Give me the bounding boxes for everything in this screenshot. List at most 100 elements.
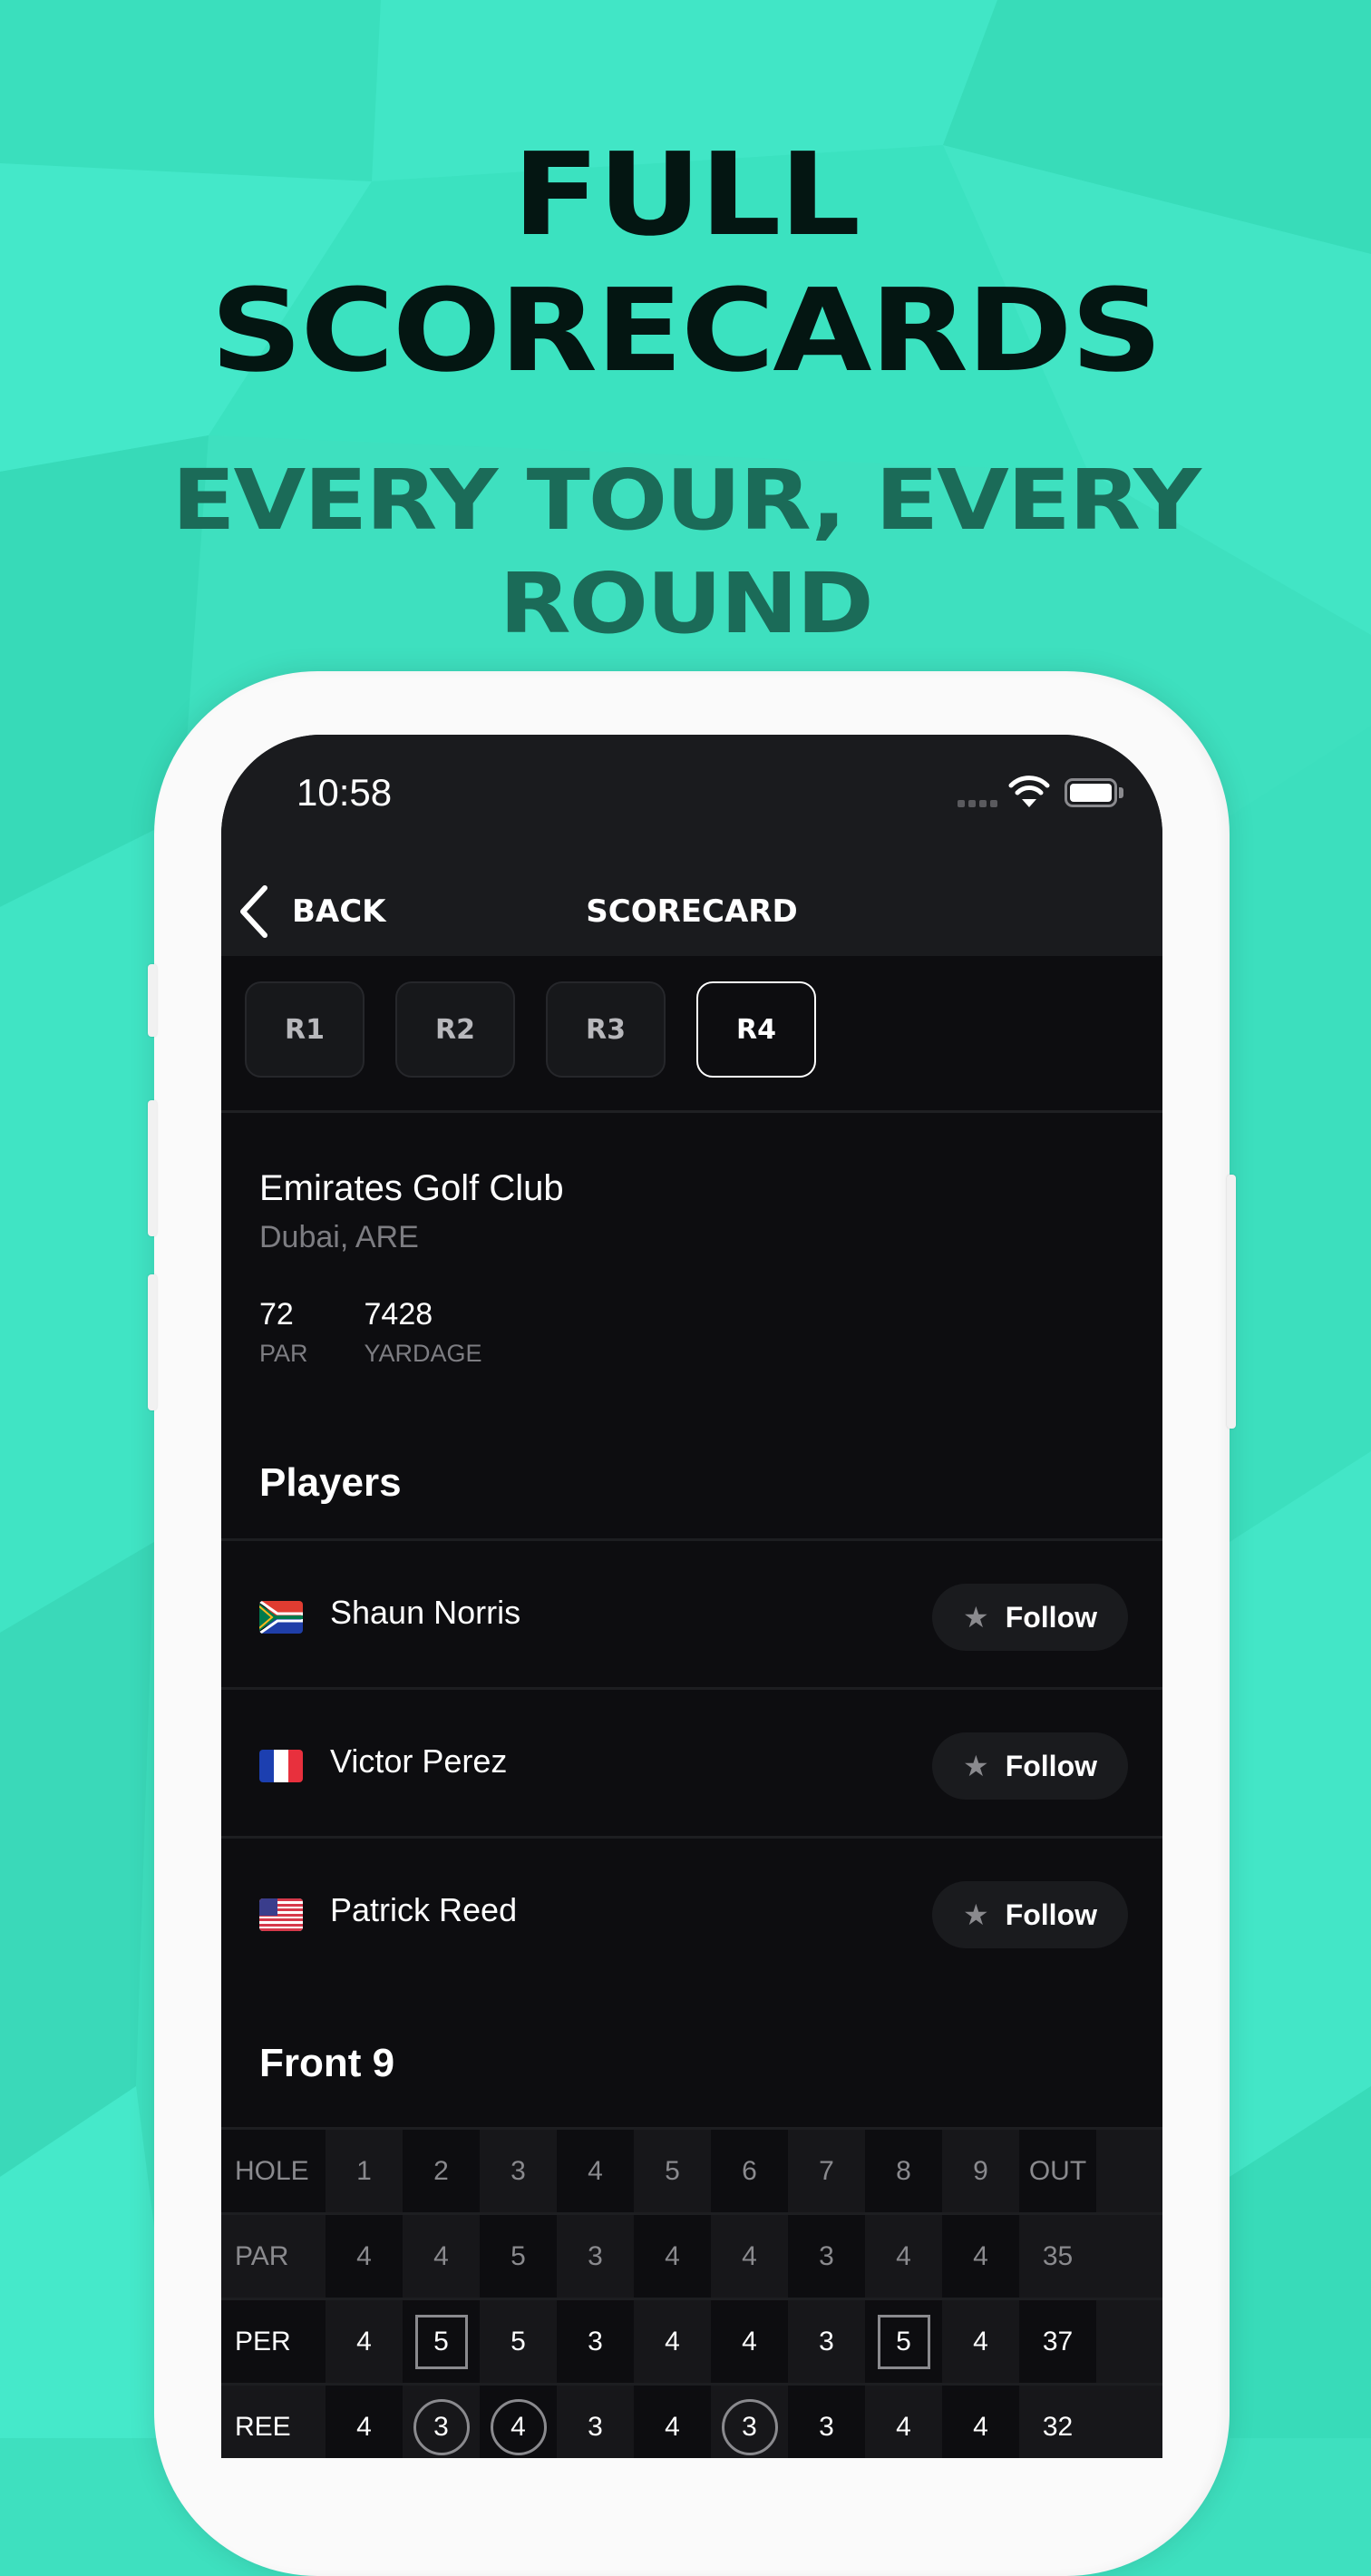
score-value: 4 bbox=[742, 2326, 757, 2356]
filler-cell bbox=[1096, 2386, 1162, 2458]
total-cell: OUT bbox=[1019, 2130, 1096, 2212]
score-cell: 3 bbox=[403, 2386, 480, 2458]
score-value: 2 bbox=[433, 2155, 449, 2186]
score-cell: 4 bbox=[865, 2215, 942, 2298]
score-cell: 8 bbox=[865, 2130, 942, 2212]
subhead-line-1: EVERY TOUR, EVERY bbox=[171, 452, 1201, 549]
row-label: REE bbox=[221, 2386, 326, 2458]
tab-r4[interactable]: R4 bbox=[696, 981, 816, 1078]
score-cell: 3 bbox=[480, 2130, 557, 2212]
score-cell: 3 bbox=[788, 2215, 865, 2298]
score-cell: 4 bbox=[480, 2386, 557, 2458]
star-icon: ★ bbox=[963, 1898, 989, 1931]
follow-label: Follow bbox=[1005, 1898, 1097, 1931]
south-africa-flag-icon bbox=[259, 1601, 303, 1634]
scorecard-table: HOLE 1 2 3 4 5 6 7 8 9 OUT PAR 4 4 5 3 4 4 3 4 4 35 PER 4 5 5 3 4 4 3… bbox=[221, 2127, 1162, 2458]
score-value: 3 bbox=[588, 2411, 603, 2442]
score-value: 3 bbox=[433, 2411, 449, 2442]
score-cell: 4 bbox=[326, 2300, 403, 2383]
score-value: 4 bbox=[433, 2240, 449, 2271]
scorecard-row-hole: HOLE 1 2 3 4 5 6 7 8 9 OUT bbox=[221, 2127, 1162, 2212]
player-name: Shaun Norris bbox=[330, 1594, 521, 1631]
course-name: Emirates Golf Club bbox=[259, 1168, 564, 1208]
score-cell: 3 bbox=[788, 2300, 865, 2383]
score-cell: 4 bbox=[403, 2215, 480, 2298]
follow-button[interactable]: ★ Follow bbox=[932, 1732, 1128, 1800]
round-tabs: R1 R2 R3 R4 bbox=[221, 956, 1162, 1113]
score-cell: 4 bbox=[942, 2386, 1019, 2458]
score-cell: 7 bbox=[788, 2130, 865, 2212]
yardage-stat: 7428 YARDAGE bbox=[365, 1297, 482, 1368]
player-name: Patrick Reed bbox=[330, 1891, 518, 1928]
total-cell: 37 bbox=[1019, 2300, 1096, 2383]
tab-r1[interactable]: R1 bbox=[245, 981, 365, 1078]
score-value: 8 bbox=[896, 2155, 911, 2186]
wifi-icon bbox=[1008, 776, 1050, 807]
tab-r3[interactable]: R3 bbox=[546, 981, 666, 1078]
score-value: 3 bbox=[742, 2411, 757, 2442]
phone-power-button bbox=[1227, 1175, 1236, 1429]
score-cell: 4 bbox=[711, 2215, 788, 2298]
score-value: 4 bbox=[510, 2411, 526, 2442]
score-value: 1 bbox=[356, 2155, 372, 2186]
score-cell: 5 bbox=[403, 2300, 480, 2383]
score-value: 9 bbox=[973, 2155, 988, 2186]
yardage-value: 7428 bbox=[364, 1297, 433, 1332]
tab-r2[interactable]: R2 bbox=[395, 981, 515, 1078]
row-label: HOLE bbox=[221, 2130, 326, 2212]
score-value: 4 bbox=[665, 2411, 680, 2442]
score-value: 3 bbox=[819, 2240, 834, 2271]
promo-headline: FULL SCORECARDS bbox=[0, 127, 1371, 399]
score-cell: 4 bbox=[942, 2300, 1019, 2383]
score-value: 4 bbox=[356, 2411, 372, 2442]
score-cell: 6 bbox=[711, 2130, 788, 2212]
score-value: 4 bbox=[742, 2240, 757, 2271]
row-label: PER bbox=[221, 2300, 326, 2383]
score-cell: 4 bbox=[326, 2386, 403, 2458]
total-cell: 35 bbox=[1019, 2215, 1096, 2298]
score-cell: 1 bbox=[326, 2130, 403, 2212]
promo-subheadline: EVERY TOUR, EVERY ROUND bbox=[0, 449, 1371, 656]
score-cell: 4 bbox=[557, 2130, 634, 2212]
filler-cell bbox=[1096, 2300, 1162, 2383]
par-value: 72 bbox=[259, 1297, 294, 1332]
score-cell: 4 bbox=[711, 2300, 788, 2383]
par-stat: 72 PAR bbox=[259, 1297, 308, 1368]
score-cell: 5 bbox=[865, 2300, 942, 2383]
follow-button[interactable]: ★ Follow bbox=[932, 1881, 1128, 1948]
score-value: 5 bbox=[433, 2326, 449, 2356]
score-value: 5 bbox=[896, 2326, 911, 2356]
star-icon: ★ bbox=[963, 1750, 989, 1782]
follow-button[interactable]: ★ Follow bbox=[932, 1584, 1128, 1651]
score-value: 5 bbox=[510, 2326, 526, 2356]
score-value: 4 bbox=[356, 2326, 372, 2356]
score-value: 4 bbox=[356, 2240, 372, 2271]
player-row: Victor Perez ★ Follow bbox=[221, 1690, 1162, 1837]
signal-dots-icon bbox=[958, 800, 997, 807]
scorecard-row-par: PAR 4 4 5 3 4 4 3 4 4 35 bbox=[221, 2212, 1162, 2298]
score-value: 3 bbox=[588, 2326, 603, 2356]
yardage-label: YARDAGE bbox=[364, 1340, 482, 1367]
score-value: 3 bbox=[510, 2155, 526, 2186]
score-value: 4 bbox=[896, 2411, 911, 2442]
scorecard-row-ree: REE 4 3 4 3 4 3 3 4 4 32 bbox=[221, 2383, 1162, 2458]
score-value: 3 bbox=[588, 2240, 603, 2271]
follow-label: Follow bbox=[1005, 1749, 1097, 1782]
score-cell: 3 bbox=[711, 2386, 788, 2458]
score-cell: 3 bbox=[557, 2386, 634, 2458]
player-name: Victor Perez bbox=[330, 1742, 508, 1780]
score-value: 4 bbox=[973, 2240, 988, 2271]
score-cell: 3 bbox=[788, 2386, 865, 2458]
course-stats: 72 PAR 7428 YARDAGE bbox=[259, 1297, 482, 1368]
total-cell: 32 bbox=[1019, 2386, 1096, 2458]
front-nine-heading: Front 9 bbox=[259, 2041, 395, 2085]
subhead-line-2: ROUND bbox=[499, 555, 873, 652]
follow-label: Follow bbox=[1005, 1600, 1097, 1634]
scorecard-row-per: PER 4 5 5 3 4 4 3 5 4 37 bbox=[221, 2298, 1162, 2383]
score-value: 4 bbox=[588, 2155, 603, 2186]
score-value: 4 bbox=[665, 2326, 680, 2356]
score-value: 7 bbox=[819, 2155, 834, 2186]
headline-line-1: FULL bbox=[512, 128, 861, 261]
phone-volume-down-button bbox=[148, 1274, 157, 1410]
score-value: 5 bbox=[665, 2155, 680, 2186]
